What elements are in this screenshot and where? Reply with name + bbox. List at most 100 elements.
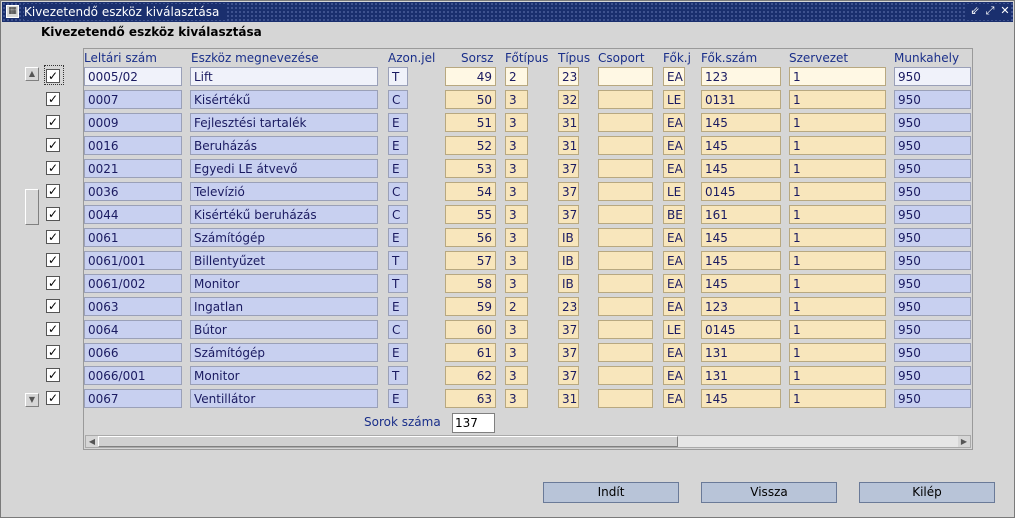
cell-sorsz[interactable]: 55 xyxy=(445,205,496,224)
cell-eszkoz-megnevezese[interactable]: Televízió xyxy=(190,182,378,201)
cell-sorsz[interactable]: 49 xyxy=(445,67,496,86)
cell-fok-j[interactable]: EA xyxy=(663,274,685,293)
cell-csoport[interactable] xyxy=(598,182,653,201)
row-count-field[interactable]: 137 xyxy=(452,413,495,433)
cell-csoport[interactable] xyxy=(598,343,653,362)
cell-eszkoz-megnevezese[interactable]: Fejlesztési tartalék xyxy=(190,113,378,132)
cell-fok-szam[interactable]: 123 xyxy=(701,297,781,316)
cell-eszkoz-megnevezese[interactable]: Lift xyxy=(190,67,378,86)
cell-fotipus[interactable]: 2 xyxy=(505,297,528,316)
cell-eszkoz-megnevezese[interactable]: Kisértékű beruházás xyxy=(190,205,378,224)
cell-leltari-szam[interactable]: 0005/02 xyxy=(84,67,182,86)
cell-eszkoz-megnevezese[interactable]: Monitor xyxy=(190,274,378,293)
cell-sorsz[interactable]: 53 xyxy=(445,159,496,178)
cell-szervezet[interactable]: 1 xyxy=(789,274,886,293)
cell-azon-jel[interactable]: C xyxy=(388,182,408,201)
cell-leltari-szam[interactable]: 0036 xyxy=(84,182,182,201)
row-checkbox[interactable]: ✓ xyxy=(46,161,60,175)
cell-fok-j[interactable]: EA xyxy=(663,297,685,316)
cell-fok-j[interactable]: EA xyxy=(663,67,685,86)
cell-fok-szam[interactable]: 123 xyxy=(701,67,781,86)
cell-azon-jel[interactable]: C xyxy=(388,320,408,339)
cell-munkahely[interactable]: 950 xyxy=(894,228,971,247)
maximize-icon[interactable]: ⤢ xyxy=(984,4,996,18)
cell-azon-jel[interactable]: C xyxy=(388,205,408,224)
cell-fok-szam[interactable]: 145 xyxy=(701,136,781,155)
cell-fok-szam[interactable]: 161 xyxy=(701,205,781,224)
cell-tipus[interactable]: 37 xyxy=(558,205,579,224)
cell-csoport[interactable] xyxy=(598,320,653,339)
cell-fok-j[interactable]: EA xyxy=(663,113,685,132)
cell-sorsz[interactable]: 63 xyxy=(445,389,496,408)
back-button[interactable]: Vissza xyxy=(701,482,837,503)
cell-leltari-szam[interactable]: 0044 xyxy=(84,205,182,224)
cell-sorsz[interactable]: 60 xyxy=(445,320,496,339)
row-checkbox[interactable]: ✓ xyxy=(46,299,60,313)
cell-leltari-szam[interactable]: 0021 xyxy=(84,159,182,178)
cell-szervezet[interactable]: 1 xyxy=(789,182,886,201)
cell-szervezet[interactable]: 1 xyxy=(789,205,886,224)
cell-sorsz[interactable]: 62 xyxy=(445,366,496,385)
cell-szervezet[interactable]: 1 xyxy=(789,343,886,362)
row-checkbox[interactable]: ✓ xyxy=(46,92,60,106)
cell-azon-jel[interactable]: E xyxy=(388,136,408,155)
cell-munkahely[interactable]: 950 xyxy=(894,297,971,316)
cell-csoport[interactable] xyxy=(598,251,653,270)
cell-fotipus[interactable]: 3 xyxy=(505,274,528,293)
cell-fok-szam[interactable]: 145 xyxy=(701,228,781,247)
cell-tipus[interactable]: 23 xyxy=(558,297,579,316)
cell-csoport[interactable] xyxy=(598,67,653,86)
cell-eszkoz-megnevezese[interactable]: Billentyűzet xyxy=(190,251,378,270)
cell-leltari-szam[interactable]: 0016 xyxy=(84,136,182,155)
cell-fok-j[interactable]: EA xyxy=(663,136,685,155)
cell-azon-jel[interactable]: T xyxy=(388,251,408,270)
vertical-scroll-thumb[interactable] xyxy=(25,189,39,225)
cell-sorsz[interactable]: 58 xyxy=(445,274,496,293)
row-checkbox[interactable]: ✓ xyxy=(46,391,60,405)
cell-fotipus[interactable]: 3 xyxy=(505,228,528,247)
scroll-right-icon[interactable]: ▶ xyxy=(958,436,970,447)
row-checkbox[interactable]: ✓ xyxy=(46,115,60,129)
cell-eszkoz-megnevezese[interactable]: Beruházás xyxy=(190,136,378,155)
cell-fotipus[interactable]: 3 xyxy=(505,251,528,270)
cell-fok-szam[interactable]: 145 xyxy=(701,389,781,408)
scroll-up-icon[interactable]: ▲ xyxy=(25,67,39,81)
cell-azon-jel[interactable]: T xyxy=(388,67,408,86)
cell-fok-j[interactable]: EA xyxy=(663,366,685,385)
cell-fok-j[interactable]: EA xyxy=(663,389,685,408)
cell-szervezet[interactable]: 1 xyxy=(789,136,886,155)
cell-azon-jel[interactable]: T xyxy=(388,366,408,385)
cell-szervezet[interactable]: 1 xyxy=(789,389,886,408)
cell-leltari-szam[interactable]: 0066 xyxy=(84,343,182,362)
cell-eszkoz-megnevezese[interactable]: Ingatlan xyxy=(190,297,378,316)
cell-munkahely[interactable]: 950 xyxy=(894,389,971,408)
cell-szervezet[interactable]: 1 xyxy=(789,366,886,385)
cell-fok-szam[interactable]: 0145 xyxy=(701,320,781,339)
cell-sorsz[interactable]: 59 xyxy=(445,297,496,316)
cell-azon-jel[interactable]: E xyxy=(388,297,408,316)
cell-azon-jel[interactable]: E xyxy=(388,228,408,247)
cell-szervezet[interactable]: 1 xyxy=(789,228,886,247)
cell-eszkoz-megnevezese[interactable]: Bútor xyxy=(190,320,378,339)
cell-fok-szam[interactable]: 145 xyxy=(701,251,781,270)
scroll-down-icon[interactable]: ▼ xyxy=(25,393,39,407)
cell-azon-jel[interactable]: E xyxy=(388,113,408,132)
cell-munkahely[interactable]: 950 xyxy=(894,205,971,224)
cell-tipus[interactable]: IB xyxy=(558,228,579,247)
cell-munkahely[interactable]: 950 xyxy=(894,136,971,155)
cell-szervezet[interactable]: 1 xyxy=(789,297,886,316)
cell-eszkoz-megnevezese[interactable]: Ventillátor xyxy=(190,389,378,408)
cell-csoport[interactable] xyxy=(598,274,653,293)
cell-szervezet[interactable]: 1 xyxy=(789,320,886,339)
cell-munkahely[interactable]: 950 xyxy=(894,274,971,293)
cell-leltari-szam[interactable]: 0066/001 xyxy=(84,366,182,385)
cell-tipus[interactable]: 32 xyxy=(558,90,579,109)
cell-fotipus[interactable]: 3 xyxy=(505,113,528,132)
cell-tipus[interactable]: 31 xyxy=(558,136,579,155)
cell-munkahely[interactable]: 950 xyxy=(894,251,971,270)
cell-eszkoz-megnevezese[interactable]: Egyedi LE átvevő xyxy=(190,159,378,178)
cell-sorsz[interactable]: 50 xyxy=(445,90,496,109)
cell-szervezet[interactable]: 1 xyxy=(789,90,886,109)
cell-szervezet[interactable]: 1 xyxy=(789,251,886,270)
row-checkbox[interactable]: ✓ xyxy=(46,322,60,336)
